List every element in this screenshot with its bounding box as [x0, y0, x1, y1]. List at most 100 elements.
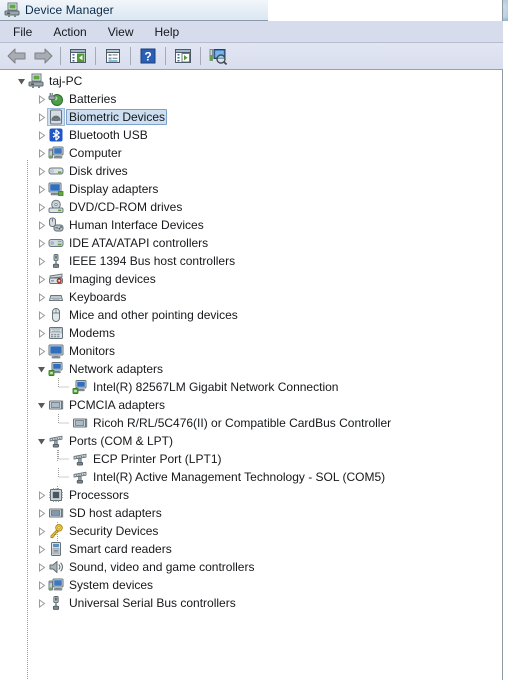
imaging-device-icon	[48, 271, 64, 287]
collapsed-twisty-icon[interactable]	[34, 90, 48, 108]
collapsed-twisty-icon[interactable]	[34, 522, 48, 540]
tree-node-keyboards[interactable]: Keyboards	[34, 288, 128, 306]
collapsed-twisty-icon[interactable]	[34, 486, 48, 504]
port-icon	[48, 433, 64, 449]
tree-node-bluetooth-usb[interactable]: Bluetooth USB	[34, 126, 150, 144]
tree-node-biometric-devices[interactable]: Biometric Devices	[34, 108, 168, 126]
collapsed-twisty-icon[interactable]	[34, 144, 48, 162]
tree-node-ieee-1394-bus-host-controllers[interactable]: IEEE 1394 Bus host controllers	[34, 252, 237, 270]
window-title: Device Manager	[25, 3, 114, 17]
mouse-icon	[48, 307, 64, 323]
collapsed-twisty-icon[interactable]	[34, 252, 48, 270]
tree-elbow-connector	[58, 468, 72, 486]
tree-node-network-adapters[interactable]: Network adapters	[34, 360, 165, 378]
update-driver-button[interactable]	[170, 44, 196, 68]
fingerprint-icon	[47, 108, 65, 126]
collapsed-twisty-icon[interactable]	[34, 108, 48, 126]
tree-node-label: Batteries	[69, 92, 117, 106]
collapsed-twisty-icon[interactable]	[34, 324, 48, 342]
forward-button[interactable]	[30, 44, 56, 68]
usb-icon	[48, 595, 64, 611]
display-adapter-icon	[48, 181, 64, 197]
properties-button[interactable]	[100, 44, 126, 68]
tree-node-ports-com-and-lpt[interactable]: Ports (COM & LPT)	[34, 432, 175, 450]
collapsed-twisty-icon[interactable]	[34, 270, 48, 288]
collapsed-twisty-icon[interactable]	[34, 306, 48, 324]
toolbar-separator	[95, 47, 96, 65]
tree-node-system-devices[interactable]: System devices	[34, 576, 155, 594]
tree-node-monitors[interactable]: Monitors	[34, 342, 117, 360]
collapsed-twisty-icon[interactable]	[34, 162, 48, 180]
tree-node-label: Monitors	[69, 344, 116, 358]
tree-node-smart-card-readers[interactable]: Smart card readers	[34, 540, 174, 558]
collapsed-twisty-icon[interactable]	[34, 180, 48, 198]
tree-node-intel-amt-sol-com5[interactable]: Intel(R) Active Management Technology - …	[58, 468, 387, 486]
tree-node-label: Ricoh R/RL/5C476(II) or Compatible CardB…	[93, 416, 392, 430]
tree-node-human-interface-devices[interactable]: Human Interface Devices	[34, 216, 206, 234]
tree-node-display-adapters[interactable]: Display adapters	[34, 180, 160, 198]
port-icon	[72, 451, 88, 467]
collapsed-twisty-icon[interactable]	[34, 234, 48, 252]
show-hide-console-tree-button[interactable]	[65, 44, 91, 68]
tree-node-security-devices[interactable]: Security Devices	[34, 522, 160, 540]
collapsed-twisty-icon[interactable]	[34, 576, 48, 594]
back-button[interactable]	[4, 44, 30, 68]
expanded-twisty-icon[interactable]	[34, 360, 48, 378]
device-tree[interactable]: taj-PC Batteries Biometric Devices Bluet…	[0, 70, 502, 680]
tree-node-ide-ata-atapi-controllers[interactable]: IDE ATA/ATAPI controllers	[34, 234, 210, 252]
tree-node-sd-host-adapters[interactable]: SD host adapters	[34, 504, 164, 522]
menu-file[interactable]: File	[7, 23, 41, 41]
help-button[interactable]: ?	[135, 44, 161, 68]
network-adapter-icon	[72, 379, 88, 395]
menu-action[interactable]: Action	[47, 23, 95, 41]
expanded-twisty-icon[interactable]	[34, 432, 48, 450]
collapsed-twisty-icon[interactable]	[34, 216, 48, 234]
menu-view[interactable]: View	[102, 23, 143, 41]
tree-node-universal-serial-bus-controllers[interactable]: Universal Serial Bus controllers	[34, 594, 238, 612]
collapsed-twisty-icon[interactable]	[34, 558, 48, 576]
tree-node-ecp-printer-port-lpt1[interactable]: ECP Printer Port (LPT1)	[58, 450, 223, 468]
tree-node-modems[interactable]: Modems	[34, 324, 117, 342]
tree-node-dvd-cdrom-drives[interactable]: DVD/CD-ROM drives	[34, 198, 184, 216]
tree-node-root[interactable]: taj-PC	[14, 72, 84, 90]
tree-elbow-connector	[58, 450, 72, 468]
collapsed-twisty-icon[interactable]	[34, 594, 48, 612]
tree-node-ricoh-cardbus-controller[interactable]: Ricoh R/RL/5C476(II) or Compatible CardB…	[58, 414, 393, 432]
port-icon	[72, 469, 88, 485]
tree-node-pcmcia-adapters[interactable]: PCMCIA adapters	[34, 396, 167, 414]
toolbar: ?	[0, 43, 503, 70]
expanded-twisty-icon[interactable]	[14, 72, 28, 90]
tree-node-label: Computer	[69, 146, 122, 160]
tree-node-label: Intel(R) Active Management Technology - …	[93, 470, 386, 484]
collapsed-twisty-icon[interactable]	[34, 540, 48, 558]
modem-icon	[48, 325, 64, 341]
scan-for-hardware-changes-button[interactable]	[205, 44, 231, 68]
tree-node-batteries[interactable]: Batteries	[34, 90, 118, 108]
expanded-twisty-icon[interactable]	[34, 396, 48, 414]
collapsed-twisty-icon[interactable]	[34, 198, 48, 216]
collapsed-twisty-icon[interactable]	[34, 504, 48, 522]
sd-host-icon	[48, 505, 64, 521]
tree-node-label: Biometric Devices	[66, 109, 168, 125]
tree-node-label: Smart card readers	[69, 542, 172, 556]
tree-node-intel-82567lm-gigabit-network-connection[interactable]: Intel(R) 82567LM Gigabit Network Connect…	[58, 378, 340, 396]
security-key-icon	[48, 523, 64, 539]
toolbar-separator	[165, 47, 166, 65]
tree-node-sound-video-and-game-controllers[interactable]: Sound, video and game controllers	[34, 558, 256, 576]
collapsed-twisty-icon[interactable]	[34, 342, 48, 360]
tree-node-label: DVD/CD-ROM drives	[69, 200, 183, 214]
tree-node-label: Keyboards	[69, 290, 127, 304]
tree-node-processors[interactable]: Processors	[34, 486, 131, 504]
disk-drive-icon	[48, 163, 64, 179]
ieee1394-icon	[48, 253, 64, 269]
tree-node-disk-drives[interactable]: Disk drives	[34, 162, 130, 180]
menu-help[interactable]: Help	[149, 23, 189, 41]
tree-node-computer[interactable]: Computer	[34, 144, 124, 162]
computer-root-icon	[28, 73, 44, 89]
tree-node-mice-and-other-pointing-devices[interactable]: Mice and other pointing devices	[34, 306, 240, 324]
tree-node-label: Security Devices	[69, 524, 159, 538]
tree-node-imaging-devices[interactable]: Imaging devices	[34, 270, 158, 288]
collapsed-twisty-icon[interactable]	[34, 288, 48, 306]
system-device-icon	[48, 577, 64, 593]
collapsed-twisty-icon[interactable]	[34, 126, 48, 144]
